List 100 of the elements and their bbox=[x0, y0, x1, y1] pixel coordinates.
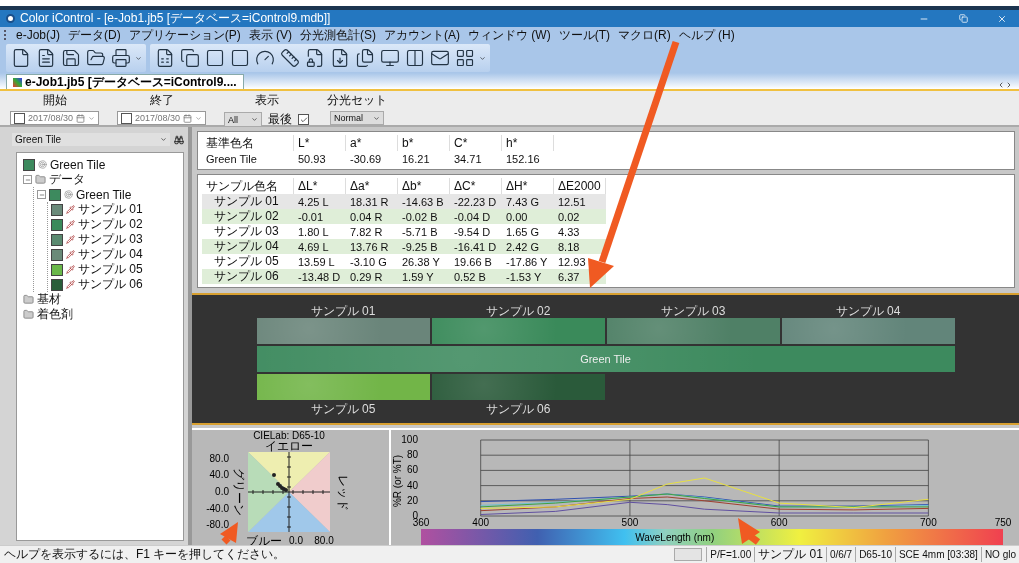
filter-label: 開始 bbox=[42, 92, 67, 109]
caret-icon bbox=[373, 114, 381, 122]
table-cell[interactable]: サンプル 04 bbox=[202, 239, 294, 254]
table-cell[interactable]: サンプル 06 bbox=[202, 269, 294, 284]
folder-icon bbox=[23, 309, 34, 320]
pipette-icon bbox=[66, 280, 75, 289]
menu-item[interactable]: 分光測色計(S) bbox=[300, 26, 377, 44]
table-cell[interactable]: サンプル 01 bbox=[202, 194, 294, 209]
swatch-label: サンプル 05 bbox=[310, 401, 376, 415]
spectral-set-select[interactable]: Normal bbox=[330, 111, 385, 125]
axis-label: グリーン bbox=[231, 468, 246, 516]
binoculars-icon[interactable] bbox=[174, 134, 184, 145]
overflow-icon[interactable] bbox=[479, 54, 486, 62]
tick-label: 700 bbox=[920, 517, 937, 528]
filter-label: 分光セット bbox=[327, 92, 388, 109]
caret-icon bbox=[88, 114, 96, 122]
tick-label: 80 bbox=[406, 449, 418, 461]
table-cell: -14.63 B bbox=[398, 194, 450, 209]
menu-item[interactable]: アカウント(A) bbox=[384, 26, 461, 44]
collapse-icon bbox=[24, 176, 31, 183]
pipette-icon bbox=[66, 265, 75, 274]
color-tile: Green Tile bbox=[256, 346, 955, 372]
menu-item[interactable]: e-Job(J) bbox=[16, 28, 60, 42]
tick-label: -40.0 bbox=[206, 503, 229, 514]
caret-icon bbox=[195, 114, 203, 122]
menu-item[interactable]: データ(D) bbox=[68, 26, 121, 44]
overflow-icon[interactable] bbox=[135, 54, 142, 62]
expander-toggle[interactable] bbox=[37, 190, 46, 199]
search-combo[interactable]: Green Tile bbox=[12, 133, 170, 146]
tick-label: 80.0 bbox=[314, 535, 334, 546]
status-cell: SCE 4mm [03:38] bbox=[894, 547, 981, 562]
table-cell: -0.02 B bbox=[398, 209, 450, 224]
copy-icon bbox=[180, 48, 200, 68]
filter-label: 表示 bbox=[254, 92, 279, 109]
table-cell[interactable]: サンプル 02 bbox=[202, 209, 294, 224]
save-icon bbox=[61, 48, 81, 68]
filter-label: 終了 bbox=[149, 92, 174, 109]
checkbox[interactable] bbox=[298, 114, 310, 125]
table-cell: 12.51 bbox=[554, 194, 606, 209]
date-field[interactable]: 2017/08/30 bbox=[117, 111, 207, 125]
tick-label: 0.0 bbox=[215, 486, 229, 497]
file-lock-icon bbox=[305, 48, 325, 68]
menu-item[interactable]: ヘルプ (H) bbox=[678, 26, 735, 44]
folder-icon bbox=[86, 48, 106, 68]
date-field[interactable]: 2017/08/30 bbox=[10, 111, 100, 125]
tree-item[interactable]: Green Tile bbox=[76, 187, 132, 202]
menu-item[interactable]: マクロ(R) bbox=[618, 26, 671, 44]
scroll-right-icon[interactable] bbox=[1005, 81, 1013, 89]
display-select[interactable]: All bbox=[224, 112, 263, 127]
menu-item[interactable]: 表示 (V) bbox=[248, 26, 293, 44]
table-cell: 0.04 R bbox=[346, 209, 398, 224]
table-cell: -22.23 D bbox=[450, 194, 502, 209]
restore-icon bbox=[958, 14, 968, 23]
tree-item[interactable]: サンプル 04 bbox=[78, 246, 143, 263]
swatch-label: サンプル 06 bbox=[485, 401, 551, 415]
axis-label: レッド bbox=[335, 475, 350, 511]
axis-label: イエロー bbox=[265, 439, 313, 453]
table-cell: 7.43 G bbox=[502, 194, 554, 209]
menu-item[interactable]: ツール(T) bbox=[558, 26, 610, 44]
axis-label: WaveLength (nm) bbox=[635, 532, 715, 543]
tree-item[interactable]: 着色剤 bbox=[37, 306, 73, 323]
checkbox[interactable] bbox=[121, 112, 133, 124]
tick-label: 40.0 bbox=[209, 469, 229, 480]
tree-item[interactable]: サンプル 01 bbox=[78, 201, 143, 218]
tree-item[interactable]: サンプル 05 bbox=[78, 261, 143, 278]
tree-item[interactable]: サンプル 06 bbox=[78, 276, 143, 293]
scroll-left-icon[interactable] bbox=[997, 81, 1005, 89]
menu-item[interactable]: ウィンドウ (W) bbox=[468, 26, 551, 44]
tree-item[interactable]: 基材 bbox=[37, 291, 61, 308]
tree-item[interactable]: Green Tile bbox=[50, 157, 106, 172]
tree-item[interactable]: データ bbox=[49, 171, 85, 188]
status-cell: P/F=1.00 bbox=[706, 547, 755, 562]
calendar-icon bbox=[76, 113, 86, 123]
status-cell: サンプル 01 bbox=[754, 547, 826, 562]
tick-label: 20 bbox=[406, 494, 418, 506]
tree-item[interactable]: サンプル 02 bbox=[78, 216, 143, 233]
swatch-label: サンプル 04 bbox=[835, 303, 901, 317]
expander-toggle[interactable] bbox=[23, 175, 32, 184]
tick-label: 750 bbox=[994, 517, 1012, 528]
calendar-icon bbox=[183, 113, 193, 123]
menu-item[interactable]: アプリケーション(P) bbox=[128, 26, 241, 44]
table-cell: -1.53 Y bbox=[502, 269, 554, 284]
axis-label: %R (or %T) bbox=[392, 454, 403, 508]
close-icon bbox=[997, 13, 1007, 24]
grip-icon bbox=[4, 30, 8, 40]
annotation-arrow bbox=[738, 518, 761, 545]
document-tab[interactable]: e-Job1.jb5 [データベース=iControl9.... bbox=[6, 74, 244, 89]
tick-label: 500 bbox=[621, 517, 639, 528]
chart-title: CIELab: D65-10 bbox=[253, 430, 325, 441]
target-icon bbox=[38, 160, 47, 169]
file-download-icon bbox=[330, 48, 350, 68]
tree-item[interactable]: サンプル 03 bbox=[78, 231, 143, 248]
square-icon bbox=[205, 48, 225, 68]
table-cell: -9.25 B bbox=[398, 239, 450, 254]
pipette-icon bbox=[66, 220, 75, 229]
document-icon bbox=[13, 77, 22, 87]
table-cell: -13.48 D bbox=[294, 269, 346, 284]
checkbox[interactable] bbox=[14, 112, 25, 124]
table-cell: 1.59 Y bbox=[398, 269, 450, 284]
swatch-label: サンプル 02 bbox=[485, 303, 551, 317]
